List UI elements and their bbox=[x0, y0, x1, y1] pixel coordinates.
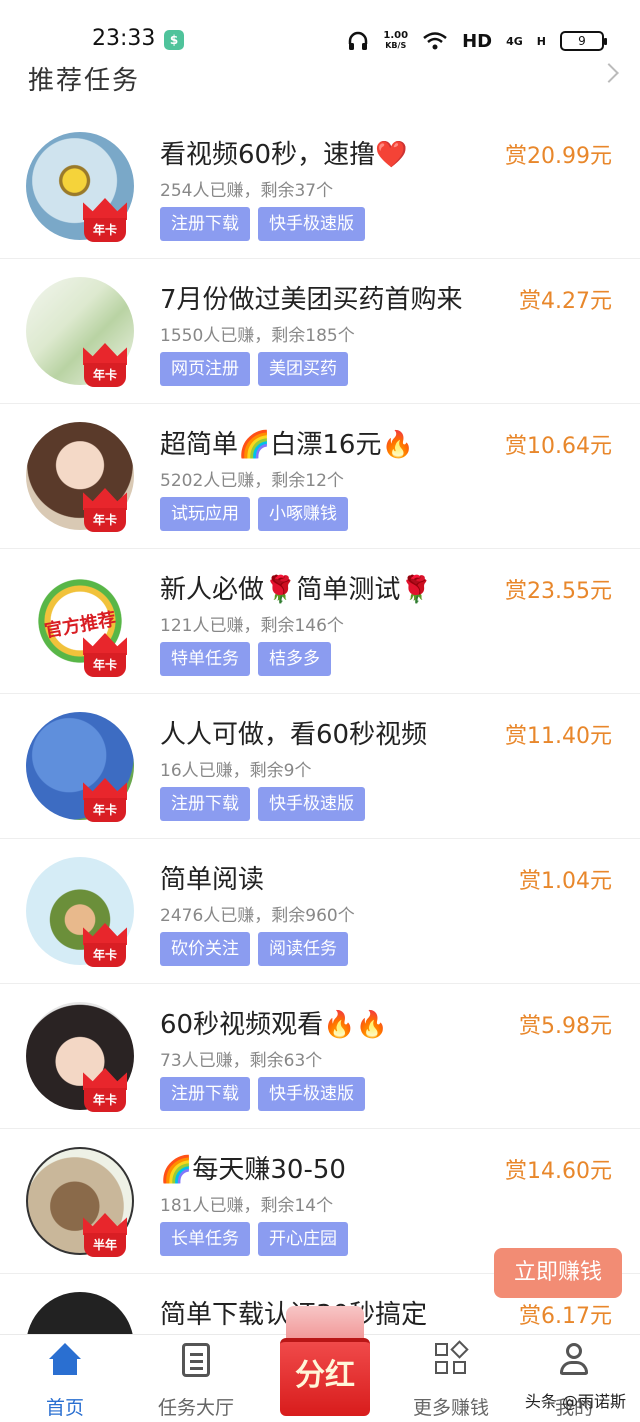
hd-indicator: HD bbox=[462, 30, 493, 52]
battery-icon: 9 bbox=[560, 31, 607, 51]
task-reward: 赏10.64元 bbox=[505, 434, 612, 459]
user-icon bbox=[558, 1343, 590, 1375]
app-notification-icon: $ bbox=[164, 30, 184, 50]
task-reward: 赏4.27元 bbox=[519, 289, 612, 314]
vip-crown-badge: 年卡 bbox=[80, 343, 130, 391]
vip-crown-badge: 年卡 bbox=[80, 633, 130, 681]
dividend-button[interactable]: 分红 bbox=[270, 1306, 380, 1418]
grid-apps-icon bbox=[435, 1340, 469, 1375]
watermark: 头条 @雨诺斯 bbox=[524, 1392, 626, 1411]
task-title: 简单阅读 bbox=[160, 865, 265, 895]
task-tags: 网页注册 美团买药 bbox=[160, 352, 348, 386]
task-tags: 砍价关注 阅读任务 bbox=[160, 932, 348, 966]
task-title: 60秒视频观看🔥🔥 bbox=[160, 1010, 388, 1040]
task-tag: 开心庄园 bbox=[258, 1222, 348, 1256]
vip-crown-badge: 年卡 bbox=[80, 198, 130, 246]
nav-task-hall-label: 任务大厅 bbox=[157, 1397, 234, 1419]
task-tag: 网页注册 bbox=[160, 352, 250, 386]
task-tag: 长单任务 bbox=[160, 1222, 250, 1256]
status-indicators: 1.00 KB/S HD 4G H 9 bbox=[347, 28, 607, 54]
task-tags: 特单任务 桔多多 bbox=[160, 642, 331, 676]
nav-task-hall[interactable]: 任务大厅 bbox=[141, 1335, 251, 1422]
task-reward: 赏11.40元 bbox=[505, 724, 612, 749]
nav-home-label: 首页 bbox=[45, 1397, 84, 1419]
vip-crown-badge: 半年 bbox=[80, 1213, 130, 1261]
chevron-right-icon[interactable] bbox=[599, 63, 619, 83]
task-tags: 注册下载 快手极速版 bbox=[160, 787, 365, 821]
vip-crown-badge: 年卡 bbox=[80, 923, 130, 971]
nav-more-earn-label: 更多赚钱 bbox=[412, 1397, 489, 1419]
task-item[interactable]: 年卡 人人可做，看60秒视频 16人已赚，剩余9个 赏11.40元 注册下载 快… bbox=[0, 694, 640, 839]
task-tags: 注册下载 快手极速版 bbox=[160, 1077, 365, 1111]
task-reward: 赏1.04元 bbox=[519, 869, 612, 894]
task-title: 新人必做🌹简单测试🌹 bbox=[160, 575, 433, 605]
nav-home[interactable]: 首页 bbox=[10, 1335, 120, 1422]
home-icon bbox=[49, 1343, 81, 1375]
task-tags: 注册下载 快手极速版 bbox=[160, 207, 365, 241]
task-tag: 桔多多 bbox=[258, 642, 331, 676]
task-tag: 砍价关注 bbox=[160, 932, 250, 966]
task-tag: 美团买药 bbox=[258, 352, 348, 386]
task-item[interactable]: 年卡 超简单🌈白漂16元🔥 5202人已赚，剩余12个 赏10.64元 试玩应用… bbox=[0, 404, 640, 549]
task-item[interactable]: 年卡 60秒视频观看🔥🔥 73人已赚，剩余63个 赏5.98元 注册下载 快手极… bbox=[0, 984, 640, 1129]
wifi-icon bbox=[423, 32, 447, 50]
task-list: 年卡 看视频60秒，速撸❤️ 254人已赚，剩余37个 赏20.99元 注册下载… bbox=[0, 114, 640, 1419]
headphone-icon bbox=[349, 31, 368, 50]
section-title: 推荐任务 bbox=[28, 66, 141, 96]
task-tag: 特单任务 bbox=[160, 642, 250, 676]
task-reward: 赏14.60元 bbox=[505, 1159, 612, 1184]
document-icon bbox=[182, 1343, 210, 1377]
nav-more-earn[interactable]: 更多赚钱 bbox=[396, 1335, 506, 1422]
vip-crown-badge: 年卡 bbox=[80, 778, 130, 826]
task-tag: 快手极速版 bbox=[258, 1077, 365, 1111]
task-reward: 赏20.99元 bbox=[505, 144, 612, 169]
task-tag: 快手极速版 bbox=[258, 787, 365, 821]
vip-crown-badge: 年卡 bbox=[80, 488, 130, 536]
task-reward: 赏23.55元 bbox=[505, 579, 612, 604]
task-title: 看视频60秒，速撸❤️ bbox=[160, 140, 408, 170]
network-4g: 4G bbox=[506, 34, 523, 48]
section-header[interactable]: 推荐任务 bbox=[0, 56, 640, 116]
task-tags: 试玩应用 小啄赚钱 bbox=[160, 497, 348, 531]
task-stats: 1550人已赚，剩余185个 bbox=[160, 326, 355, 346]
task-stats: 254人已赚，剩余37个 bbox=[160, 181, 334, 201]
network-h: H bbox=[536, 34, 546, 48]
task-title: 超简单🌈白漂16元🔥 bbox=[160, 430, 414, 460]
task-stats: 5202人已赚，剩余12个 bbox=[160, 471, 344, 491]
task-item[interactable]: 年卡 看视频60秒，速撸❤️ 254人已赚，剩余37个 赏20.99元 注册下载… bbox=[0, 114, 640, 259]
task-tag: 注册下载 bbox=[160, 1077, 250, 1111]
net-speed: 1.00 KB/S bbox=[383, 30, 409, 51]
task-title: 7月份做过美团买药首购来 bbox=[160, 285, 463, 315]
task-title: 🌈每天赚30-50 bbox=[160, 1155, 346, 1185]
task-item[interactable]: 官方推荐 年卡 新人必做🌹简单测试🌹 121人已赚，剩余146个 赏23.55元… bbox=[0, 549, 640, 694]
task-stats: 16人已赚，剩余9个 bbox=[160, 761, 312, 781]
task-reward: 赏5.98元 bbox=[519, 1014, 612, 1039]
task-title: 人人可做，看60秒视频 bbox=[160, 720, 428, 750]
task-stats: 2476人已赚，剩余960个 bbox=[160, 906, 355, 926]
task-item[interactable]: 年卡 简单阅读 2476人已赚，剩余960个 赏1.04元 砍价关注 阅读任务 bbox=[0, 839, 640, 984]
task-tag: 小啄赚钱 bbox=[258, 497, 348, 531]
status-time: 23:33 bbox=[92, 26, 156, 51]
task-tag: 快手极速版 bbox=[258, 207, 365, 241]
task-tag: 阅读任务 bbox=[258, 932, 348, 966]
task-reward: 赏6.17元 bbox=[519, 1304, 612, 1329]
earn-now-button[interactable]: 立即赚钱 bbox=[494, 1248, 622, 1298]
task-stats: 73人已赚，剩余63个 bbox=[160, 1051, 323, 1071]
task-stats: 181人已赚，剩余14个 bbox=[160, 1196, 334, 1216]
task-stats: 121人已赚，剩余146个 bbox=[160, 616, 344, 636]
vip-crown-badge: 年卡 bbox=[80, 1068, 130, 1116]
task-tag: 试玩应用 bbox=[160, 497, 250, 531]
task-tags: 长单任务 开心庄园 bbox=[160, 1222, 348, 1256]
task-tag: 注册下载 bbox=[160, 787, 250, 821]
dividend-label: 分红 bbox=[295, 1358, 355, 1393]
task-tag: 注册下载 bbox=[160, 207, 250, 241]
task-item[interactable]: 年卡 7月份做过美团买药首购来 1550人已赚，剩余185个 赏4.27元 网页… bbox=[0, 259, 640, 404]
